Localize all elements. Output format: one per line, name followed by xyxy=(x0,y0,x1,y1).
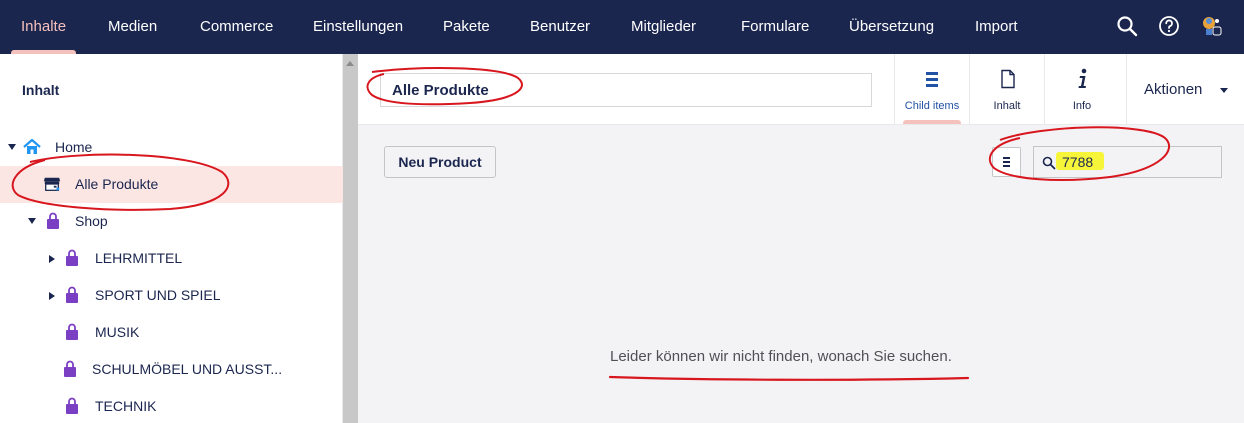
caret-right-icon[interactable] xyxy=(49,255,55,263)
tree-item-sport-und-spiel[interactable]: SPORT UND SPIEL xyxy=(0,277,343,314)
editor-header: Child items Inhalt Info Aktionen xyxy=(358,54,1244,125)
tree-item-label: TECHNIK xyxy=(95,398,157,414)
bag-lock-icon xyxy=(64,360,76,377)
sidebar-title: Inhalt xyxy=(22,82,60,98)
info-icon xyxy=(1078,68,1087,88)
app-label: Inhalt xyxy=(993,100,1021,112)
nav-formulare[interactable]: Formulare xyxy=(741,0,809,54)
search-icon xyxy=(1042,156,1056,170)
nav-medien[interactable]: Medien xyxy=(108,0,157,54)
scroll-up-icon[interactable] xyxy=(346,61,354,66)
nav-commerce[interactable]: Commerce xyxy=(200,0,273,54)
node-name-input[interactable] xyxy=(380,73,872,107)
app-inhalt[interactable]: Inhalt xyxy=(969,54,1044,124)
list-icon xyxy=(926,72,938,87)
search-input[interactable] xyxy=(1062,152,1217,172)
caret-down-icon[interactable] xyxy=(8,144,16,150)
user-avatar-icon[interactable] xyxy=(1199,14,1223,38)
tree-item-label: SCHULMÖBEL UND AUSST... xyxy=(92,361,283,377)
actions-dropdown[interactable]: Aktionen xyxy=(1126,54,1244,124)
bag-lock-icon xyxy=(66,286,78,303)
store-icon xyxy=(43,177,61,191)
tree-item-musik[interactable]: MUSIK xyxy=(0,314,343,351)
actions-label: Aktionen xyxy=(1144,81,1203,98)
tree-item-label: Shop xyxy=(75,213,108,229)
new-product-button[interactable]: Neu Product xyxy=(384,146,496,178)
content-tree-sidebar: Inhalt Home Alle Produkte Shop LEHRMITTE… xyxy=(0,54,343,423)
document-icon xyxy=(1001,69,1015,89)
nav-inhalte[interactable]: Inhalte xyxy=(10,0,77,54)
layout-toggle-button[interactable] xyxy=(992,147,1021,177)
tree-item-label: LEHRMITTEL xyxy=(95,250,183,266)
tree-item-label: MUSIK xyxy=(95,324,140,340)
tree-item-label: SPORT UND SPIEL xyxy=(95,287,221,303)
caret-right-icon[interactable] xyxy=(49,292,55,300)
search-icon[interactable] xyxy=(1115,14,1139,38)
app-label: Info xyxy=(1072,100,1092,112)
caret-down-icon xyxy=(1220,88,1228,93)
nav-einstellungen[interactable]: Einstellungen xyxy=(313,0,403,54)
app-info[interactable]: Info xyxy=(1044,54,1119,124)
list-view-area: Neu Product Leider können wir nicht find… xyxy=(358,125,1244,423)
empty-state-message: Leider können wir nicht finden, wonach S… xyxy=(610,348,952,365)
tree-item-schulmoebel[interactable]: SCHULMÖBEL UND AUSST... xyxy=(0,351,343,388)
top-navigation: Inhalte Medien Commerce Einstellungen Pa… xyxy=(0,0,1244,54)
bag-lock-icon xyxy=(66,249,78,266)
home-icon xyxy=(23,138,41,154)
bag-lock-icon xyxy=(66,323,78,340)
tree-item-alle-produkte[interactable]: Alle Produkte xyxy=(0,166,343,203)
tree-item-shop[interactable]: Shop xyxy=(0,203,343,240)
tree-item-label: Home xyxy=(55,139,93,155)
app-label: Child items xyxy=(904,100,960,112)
caret-down-icon[interactable] xyxy=(28,218,36,224)
nav-mitglieder[interactable]: Mitglieder xyxy=(631,0,696,54)
tree-item-home[interactable]: Home xyxy=(0,129,343,166)
bag-lock-icon xyxy=(66,397,78,414)
tree-item-lehrmittel[interactable]: LEHRMITTEL xyxy=(0,240,343,277)
search-field[interactable] xyxy=(1033,146,1222,178)
bag-lock-icon xyxy=(47,212,59,229)
app-child-items[interactable]: Child items xyxy=(894,54,969,124)
list-icon xyxy=(1003,157,1010,167)
nav-uebersetzung[interactable]: Übersetzung xyxy=(849,0,934,54)
tree-item-label: Alle Produkte xyxy=(75,176,159,192)
nav-benutzer[interactable]: Benutzer xyxy=(530,0,590,54)
nav-import[interactable]: Import xyxy=(975,0,1018,54)
nav-pakete[interactable]: Pakete xyxy=(443,0,490,54)
sidebar-scrollbar[interactable] xyxy=(343,54,358,423)
tree-item-technik[interactable]: TECHNIK xyxy=(0,388,343,423)
help-icon[interactable] xyxy=(1157,14,1181,38)
